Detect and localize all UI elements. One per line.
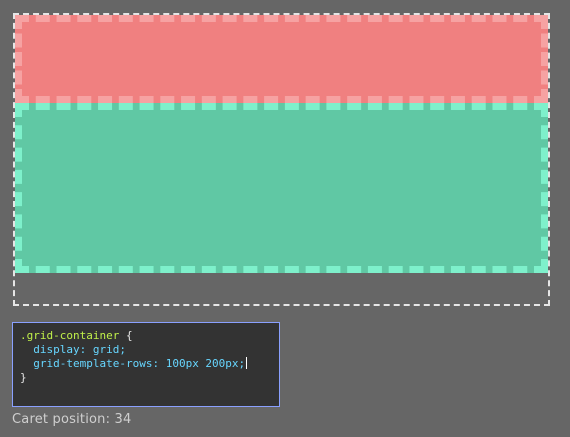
stage: .grid-container { display: grid; grid-te… <box>0 0 570 437</box>
caret-position-status: Caret position: 34 <box>12 412 132 427</box>
grid-row-2-item <box>15 103 548 273</box>
css-declaration-display: display: grid; <box>33 343 126 356</box>
code-line-3: grid-template-rows: 100px 200px; <box>20 357 272 371</box>
close-brace: } <box>20 371 27 384</box>
grid-container-preview <box>13 13 550 306</box>
css-code-editor[interactable]: .grid-container { display: grid; grid-te… <box>12 322 280 407</box>
grid-row-1-item <box>15 15 548 103</box>
code-line-1: .grid-container { <box>20 329 272 343</box>
css-declaration-grid-template-rows: grid-template-rows: 100px 200px; <box>33 357 246 370</box>
code-line-4: } <box>20 371 272 385</box>
text-caret <box>246 357 248 369</box>
css-selector: .grid-container <box>20 329 120 342</box>
open-brace: { <box>119 329 133 342</box>
code-line-2: display: grid; <box>20 343 272 357</box>
